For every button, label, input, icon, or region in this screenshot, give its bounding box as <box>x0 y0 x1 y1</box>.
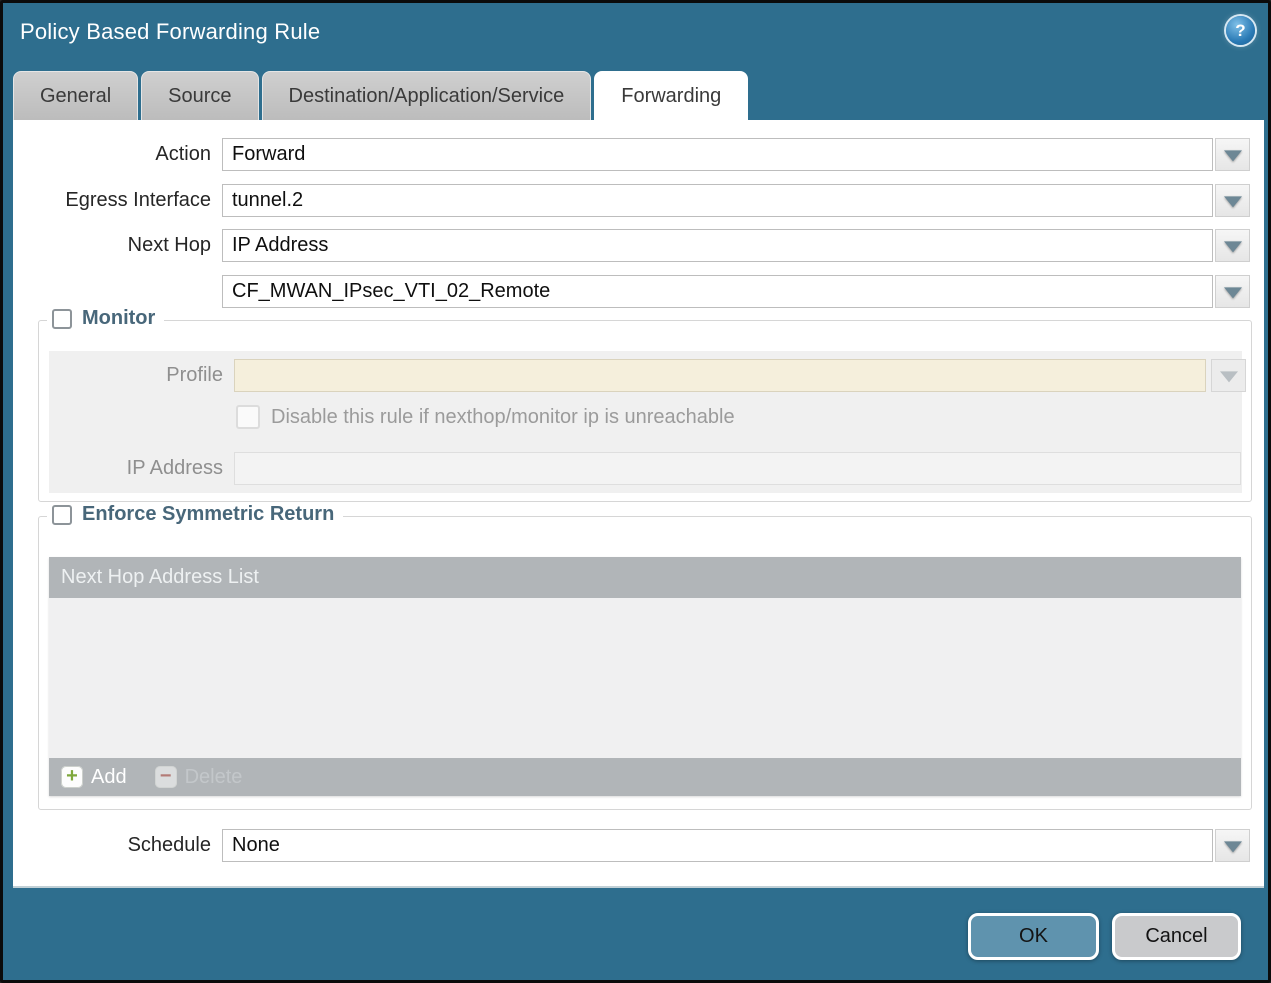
schedule-combobox[interactable] <box>222 829 1213 862</box>
action-combobox[interactable] <box>222 138 1213 171</box>
next-hop-type-combobox[interactable] <box>222 229 1213 262</box>
delete-button: − Delete <box>155 766 243 789</box>
delete-button-label: Delete <box>185 766 243 789</box>
next-hop-address-dropdown-button[interactable] <box>1215 275 1250 308</box>
next-hop-row: Next Hop <box>13 229 1264 262</box>
egress-interface-label: Egress Interface <box>13 184 211 217</box>
disable-rule-label: Disable this rule if nexthop/monitor ip … <box>271 404 735 431</box>
monitor-ip-address-field <box>234 452 1241 485</box>
action-row: Action <box>13 138 1264 171</box>
egress-interface-combobox[interactable] <box>222 184 1213 217</box>
tab-destination-application-service[interactable]: Destination/Application/Service <box>262 71 592 120</box>
plus-icon: + <box>61 766 83 788</box>
next-hop-address-row <box>13 275 1264 308</box>
cancel-button[interactable]: Cancel <box>1112 913 1241 960</box>
schedule-dropdown-button[interactable] <box>1215 829 1250 862</box>
action-dropdown-button[interactable] <box>1215 138 1250 171</box>
monitor-checkbox[interactable] <box>52 309 72 329</box>
next-hop-type-dropdown-button[interactable] <box>1215 229 1250 262</box>
next-hop-address-combobox[interactable] <box>222 275 1213 308</box>
profile-dropdown-button <box>1211 359 1246 392</box>
tab-forwarding[interactable]: Forwarding <box>594 71 748 120</box>
monitor-group: Monitor Profile Disable this rule if nex… <box>38 320 1252 502</box>
monitor-panel: Profile Disable this rule if nexthop/mon… <box>49 351 1242 493</box>
egress-interface-row: Egress Interface <box>13 184 1264 217</box>
pbf-rule-dialog: Policy Based Forwarding Rule ? General S… <box>0 0 1271 983</box>
egress-interface-dropdown-button[interactable] <box>1215 184 1250 217</box>
disable-rule-checkbox <box>236 405 260 429</box>
add-button-label: Add <box>91 766 127 789</box>
dialog-title: Policy Based Forwarding Rule <box>20 19 320 45</box>
monitor-legend-label: Monitor <box>82 307 155 330</box>
action-label: Action <box>13 138 211 171</box>
help-icon[interactable]: ? <box>1226 16 1255 45</box>
ok-button[interactable]: OK <box>968 913 1099 960</box>
tab-content-forwarding: Action Egress Interface Next Hop Monitor… <box>13 120 1264 886</box>
enforce-symmetric-return-checkbox[interactable] <box>52 505 72 525</box>
next-hop-address-list-table: Next Hop Address List + Add − Delete <box>49 557 1241 796</box>
tab-bar: General Source Destination/Application/S… <box>13 71 748 120</box>
next-hop-label: Next Hop <box>13 229 211 262</box>
schedule-label: Schedule <box>13 829 211 862</box>
add-button[interactable]: + Add <box>61 766 127 789</box>
enforce-symmetric-return-legend: Enforce Symmetric Return <box>47 503 343 526</box>
next-hop-address-list-toolbar: + Add − Delete <box>49 758 1241 796</box>
next-hop-address-list-header: Next Hop Address List <box>49 557 1241 598</box>
monitor-legend: Monitor <box>47 307 164 330</box>
next-hop-address-list-body[interactable] <box>49 598 1241 758</box>
tab-general[interactable]: General <box>13 71 138 120</box>
profile-label: Profile <box>49 359 223 392</box>
monitor-ip-address-label: IP Address <box>49 452 223 485</box>
tab-source[interactable]: Source <box>141 71 258 120</box>
enforce-symmetric-return-legend-label: Enforce Symmetric Return <box>82 503 334 526</box>
profile-field <box>234 359 1206 392</box>
minus-icon: − <box>155 766 177 788</box>
schedule-row: Schedule <box>13 829 1264 862</box>
enforce-symmetric-return-group: Enforce Symmetric Return Next Hop Addres… <box>38 516 1252 810</box>
